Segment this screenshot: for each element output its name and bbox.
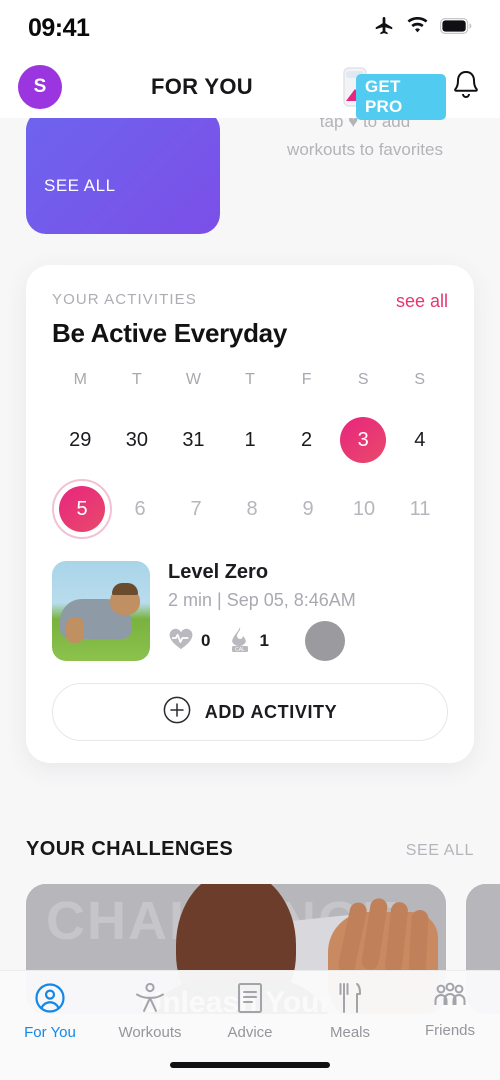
calendar-day[interactable]: 8	[229, 486, 275, 532]
challenges-header: YOUR CHALLENGES SEE ALL	[26, 838, 474, 861]
activity-title: Level Zero	[168, 561, 269, 583]
activity-entry-info: Level Zero 2 min | Sep 05, 8:46AM 0 CAL …	[168, 561, 448, 661]
page-title: FOR YOU	[151, 74, 253, 99]
flame-calorie-icon: CAL	[228, 625, 252, 658]
navigation-bar: S FOR YOU GET PRO	[0, 56, 500, 120]
calendar-day[interactable]: 31	[170, 417, 216, 463]
day-label: T	[131, 371, 142, 388]
activities-title: Be Active Everyday	[52, 318, 287, 348]
stretching-person-icon	[133, 981, 167, 1020]
day-label: T	[245, 371, 255, 388]
favorites-hint-line2: workouts to favorites	[287, 140, 443, 159]
activities-see-all-link[interactable]: see all	[396, 291, 448, 312]
airplane-mode-icon	[373, 15, 395, 42]
challenges-see-all-link[interactable]: SEE ALL	[406, 842, 474, 860]
calendar-day-selected[interactable]: 3	[340, 417, 387, 463]
tab-label-workouts: Workouts	[118, 1024, 182, 1041]
person-circle-icon	[33, 981, 67, 1020]
battery-icon	[440, 17, 472, 39]
day-label: F	[301, 371, 312, 388]
home-indicator	[170, 1062, 330, 1068]
see-all-card-label: SEE ALL	[44, 176, 116, 195]
bell-icon[interactable]	[450, 68, 482, 107]
get-pro-button[interactable]: GET PRO	[336, 65, 446, 120]
calendar-day[interactable]: 2	[284, 417, 330, 463]
calendar-day-today-ring[interactable]: 5	[52, 479, 112, 539]
calorie-stat: CAL 1	[228, 625, 269, 658]
plus-circle-icon	[163, 696, 191, 729]
svg-text:CAL: CAL	[236, 647, 246, 653]
tab-label-meals: Meals	[329, 1024, 370, 1041]
document-icon	[234, 981, 266, 1020]
see-all-card[interactable]: SEE ALL	[26, 110, 220, 234]
activities-card: YOUR ACTIVITIES see all Be Active Everyd…	[26, 265, 474, 763]
wifi-icon	[406, 16, 429, 40]
day-label: M	[73, 371, 87, 388]
status-time: 09:41	[28, 13, 90, 42]
tab-bar: For You Workouts Advice Meals Friends	[0, 970, 500, 1080]
app-screen: 09:41 S FOR YOU GET PRO SEE ALL tap ♥ to…	[0, 0, 500, 1080]
activity-thumbnail	[52, 561, 150, 661]
tab-label-for-you: For You	[24, 1024, 76, 1041]
tab-label-advice: Advice	[227, 1024, 273, 1041]
calorie-value: 1	[259, 631, 269, 650]
activity-avatar-placeholder[interactable]	[304, 621, 345, 661]
nav-right-actions: GET PRO	[336, 65, 482, 120]
heart-rate-icon	[168, 627, 194, 656]
tab-friends[interactable]: Friends	[400, 981, 500, 1039]
tab-label-friends: Friends	[424, 1022, 476, 1039]
calendar-day[interactable]: 9	[285, 486, 331, 532]
top-row: SEE ALL tap ♥ to add workouts to favorit…	[0, 110, 500, 248]
calendar-week-2: 5 6 7 8 9 10 11	[52, 479, 448, 539]
status-icons	[373, 15, 472, 42]
fork-knife-icon	[335, 981, 365, 1020]
calendar-day[interactable]: 1	[227, 417, 273, 463]
thumbnail-arm-shape	[66, 617, 84, 643]
activity-stats: 0 CAL 1	[168, 621, 448, 661]
challenges-title: YOUR CHALLENGES	[26, 838, 234, 860]
calendar-day-today: 5	[59, 486, 105, 532]
heart-rate-value: 0	[201, 631, 211, 650]
day-label: W	[185, 371, 201, 388]
calendar-day[interactable]: 29	[57, 417, 103, 463]
calendar-day[interactable]: 11	[397, 486, 443, 532]
calendar-day-labels: M T W T F S S	[52, 371, 448, 403]
tab-for-you[interactable]: For You	[0, 981, 100, 1041]
thumbnail-hair-shape	[112, 583, 138, 595]
activity-meta: 2 min | Sep 05, 8:46AM	[168, 590, 356, 610]
calendar-week-1: 29 30 31 1 2 3 4	[52, 417, 448, 463]
add-activity-label: ADD ACTIVITY	[204, 701, 338, 722]
day-label: S	[414, 371, 426, 388]
people-group-icon	[432, 981, 468, 1018]
activities-header: YOUR ACTIVITIES see all	[52, 291, 448, 312]
calendar-day[interactable]: 10	[341, 486, 387, 532]
calendar-day[interactable]: 6	[117, 486, 163, 532]
tab-advice[interactable]: Advice	[200, 981, 300, 1041]
activity-entry[interactable]: Level Zero 2 min | Sep 05, 8:46AM 0 CAL …	[52, 561, 448, 661]
tab-meals[interactable]: Meals	[300, 981, 400, 1041]
avatar[interactable]: S	[18, 65, 62, 109]
calendar: M T W T F S S 29 30 31 1 2 3 4 5 6 7 8 9…	[52, 371, 448, 539]
calendar-day[interactable]: 7	[173, 486, 219, 532]
heart-rate-stat: 0	[168, 627, 210, 656]
activities-kicker: YOUR ACTIVITIES	[52, 291, 197, 308]
get-pro-label: GET PRO	[356, 74, 446, 120]
status-bar: 09:41	[0, 0, 500, 56]
calendar-day[interactable]: 4	[397, 417, 443, 463]
add-activity-button[interactable]: ADD ACTIVITY	[52, 683, 448, 741]
tab-workouts[interactable]: Workouts	[100, 981, 200, 1041]
day-label: S	[357, 371, 369, 388]
calendar-day[interactable]: 30	[114, 417, 160, 463]
